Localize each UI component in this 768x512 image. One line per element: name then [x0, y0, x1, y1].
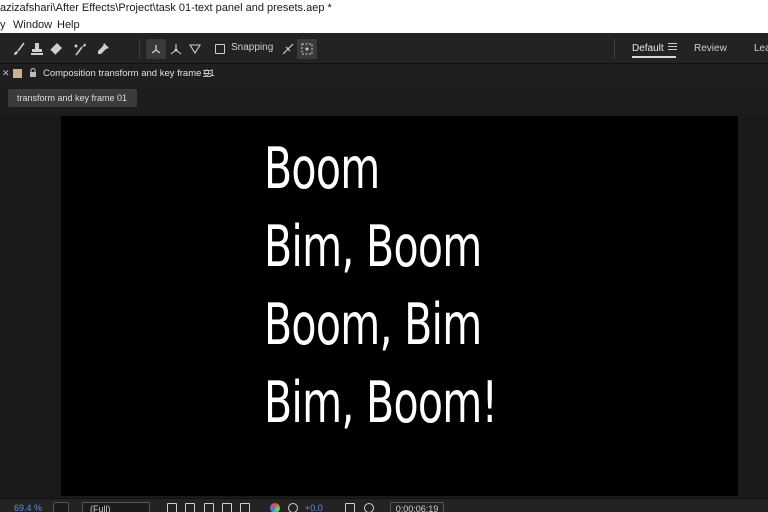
- region-of-interest-icon[interactable]: [167, 503, 177, 512]
- snap-edges-icon[interactable]: [278, 39, 298, 59]
- text-line: Bim, Boom: [264, 214, 482, 280]
- local-axis-mode-icon[interactable]: [146, 39, 166, 59]
- workspace-learn-tab[interactable]: Lea: [754, 43, 768, 54]
- menu-item-view[interactable]: y: [0, 17, 6, 33]
- tools-toolbar: Snapping Default Review Lea: [0, 33, 768, 64]
- view-axis-mode-icon[interactable]: [185, 39, 205, 59]
- viewer-controls-bar: 69.4 % (Full) +0.0 0;00;06;19: [0, 498, 768, 512]
- menu-item-window[interactable]: Window: [13, 17, 52, 33]
- snapping-checkbox[interactable]: [215, 44, 225, 54]
- snapping-label: Snapping: [231, 42, 274, 53]
- workspace-default-tab[interactable]: Default: [632, 43, 664, 54]
- composition-panel-title[interactable]: Composition transform and key frame 01: [43, 68, 215, 79]
- workspace-divider: [614, 39, 615, 59]
- text-line: Boom: [264, 136, 380, 202]
- magnification-dropdown[interactable]: [53, 502, 69, 512]
- active-workspace-indicator: [632, 56, 676, 58]
- close-icon[interactable]: ✕: [2, 68, 10, 79]
- mask-visibility-icon[interactable]: [204, 503, 214, 512]
- safe-margins-icon[interactable]: [240, 503, 250, 512]
- menu-item-help[interactable]: Help: [57, 17, 80, 33]
- reset-exposure-icon[interactable]: [288, 503, 298, 512]
- show-snapshot-icon[interactable]: [364, 503, 374, 512]
- window-title-bar: azizafshari\After Effects\Project\task 0…: [0, 0, 768, 17]
- composition-breadcrumb[interactable]: transform and key frame 01: [8, 89, 137, 107]
- workspace-review-tab[interactable]: Review: [694, 43, 727, 54]
- menu-bar: y Window Help: [0, 17, 768, 33]
- composition-text-layer[interactable]: Boom Bim, Boom Boom, Bim Bim, Boom!: [264, 130, 498, 442]
- snap-features-icon[interactable]: [297, 39, 317, 59]
- toolbar-divider: [139, 39, 140, 59]
- text-line: Bim, Boom!: [264, 370, 498, 436]
- resolution-dropdown[interactable]: (Full): [82, 502, 150, 512]
- lock-icon[interactable]: [29, 68, 37, 78]
- text-line: Boom, Bim: [264, 292, 482, 358]
- grid-guides-icon[interactable]: [222, 503, 232, 512]
- clone-stamp-tool-icon[interactable]: [27, 39, 47, 59]
- world-axis-mode-icon[interactable]: [166, 39, 186, 59]
- workspace-menu-icon[interactable]: [668, 43, 677, 52]
- color-channel-icon[interactable]: [270, 503, 280, 512]
- resolution-value: (Full): [90, 504, 111, 512]
- composition-panel-header: ✕ Composition transform and key frame 01: [0, 64, 768, 84]
- exposure-value[interactable]: +0.0: [305, 503, 323, 512]
- brush-tool-icon[interactable]: [9, 39, 29, 59]
- magnification-value[interactable]: 69.4 %: [14, 503, 42, 512]
- eraser-tool-icon[interactable]: [46, 39, 66, 59]
- puppet-pin-tool-icon[interactable]: [93, 39, 113, 59]
- composition-navigator: transform and key frame 01: [0, 84, 768, 114]
- snapshot-camera-icon[interactable]: [345, 503, 355, 512]
- label-color-swatch[interactable]: [13, 69, 22, 78]
- window-title: azizafshari\After Effects\Project\task 0…: [0, 2, 332, 14]
- transparency-grid-icon[interactable]: [185, 503, 195, 512]
- panel-menu-icon[interactable]: [203, 70, 211, 78]
- roto-brush-tool-icon[interactable]: [70, 39, 90, 59]
- composition-frame[interactable]: Boom Bim, Boom Boom, Bim Bim, Boom!: [61, 116, 738, 496]
- current-time-display[interactable]: 0;00;06;19: [390, 502, 444, 512]
